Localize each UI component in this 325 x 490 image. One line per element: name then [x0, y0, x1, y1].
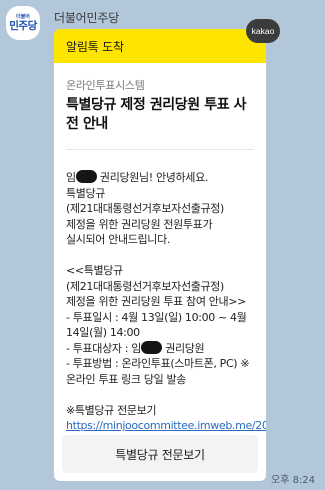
system-label: 온라인투표시스템 — [66, 79, 145, 92]
message-text: 임 권리당원님! 안녕하세요. 특별당규(제21대대통령선거후보자선출규정) 제… — [66, 170, 266, 434]
vote-target-line: - 투표대상자 : 임 권리당원 — [66, 340, 254, 357]
sender-avatar[interactable]: 더불어 민주당 — [6, 6, 40, 40]
greeting-line: 임 권리당원님! 안녕하세요. — [66, 170, 254, 186]
greeting-before: 임 — [66, 171, 76, 184]
fulltext-link[interactable]: https://minjoocommittee.imweb.me/2025010… — [66, 419, 266, 432]
alimtalk-bubble: 알림톡 도착 온라인투표시스템 특별당규 제정 권리당원 투표 사전 안내 임 … — [54, 29, 266, 481]
chat-room: 더불어 민주당 더불어민주당 알림톡 도착 온라인투표시스템 특별당규 제정 권… — [0, 0, 325, 490]
avatar-main-text: 민주당 — [9, 20, 37, 32]
vote-method-line: - 투표방법 : 온라인투표(스마트폰, PC) ※ 온라인 투표 링크 당일 … — [66, 357, 250, 386]
message-title: 특별당규 제정 권리당원 투표 사전 안내 — [66, 97, 247, 132]
sender-name: 더불어민주당 — [54, 11, 120, 25]
intro-paragraph: 특별당규(제21대대통령선거후보자선출규정) 제정을 위한 권리당원 전원투표가… — [66, 186, 224, 247]
bubble-body: 온라인투표시스템 특별당규 제정 권리당원 투표 사전 안내 임 권리당원님! … — [54, 63, 266, 434]
title-divider — [66, 149, 254, 150]
view-fulltext-button[interactable]: 특별당규 전문보기 — [62, 435, 258, 473]
vote-date-line: - 투표일시 : 4월 13일(일) 10:00 ~ 4월 14일(월) 14:… — [66, 310, 247, 340]
redacted-name-blur — [75, 170, 97, 183]
bubble-header: 알림톡 도착 — [54, 29, 266, 63]
message-time: 오후 8:24 — [271, 475, 316, 486]
target-before: - 투표대상자 : 임 — [66, 341, 142, 355]
fulltext-label: ※특별당규 전문보기 — [66, 403, 157, 417]
kakao-badge: kakao — [246, 19, 280, 43]
target-after: 권리당원 — [162, 341, 205, 355]
greeting-after: 권리당원님! 안녕하세요. — [96, 171, 208, 184]
fulltext-line: ※특별당규 전문보기 https://minjoocommittee.imweb… — [66, 403, 266, 434]
notice-heading: <<특별당규(제21대대통령선거후보자선출규정) 제정을 위한 권리당원 투표 … — [66, 264, 247, 308]
redacted-name-blur — [141, 340, 163, 354]
